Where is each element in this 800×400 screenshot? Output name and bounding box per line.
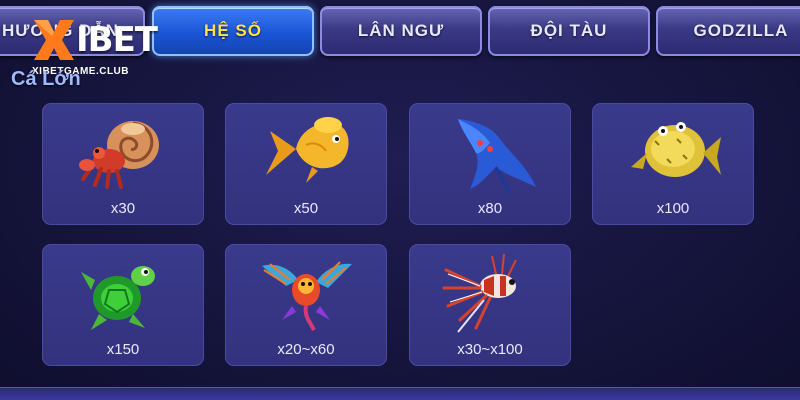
fish-card[interactable]: x80 bbox=[409, 103, 571, 225]
hermit-crab-icon bbox=[79, 121, 159, 189]
logo-x-icon bbox=[34, 20, 74, 60]
multiplier-label: x50 bbox=[293, 200, 319, 217]
tab-godzilla[interactable]: GODZILLA bbox=[656, 6, 800, 56]
dragon-fish-icon bbox=[262, 261, 352, 331]
multiplier-label: x30~x100 bbox=[457, 341, 523, 358]
sea-turtle-icon bbox=[81, 266, 155, 330]
multiplier-label: x20~x60 bbox=[277, 341, 335, 358]
tab-lan-ngu[interactable]: LÂN NGƯ bbox=[320, 6, 482, 56]
puffer-fish-icon bbox=[631, 122, 721, 177]
manta-ray-icon bbox=[458, 119, 536, 193]
logo-wordmark: IBET bbox=[76, 20, 158, 60]
lionfish-icon bbox=[442, 253, 517, 333]
fish-card[interactable]: x30~x100 bbox=[409, 244, 571, 366]
multiplier-label: x80 bbox=[477, 200, 503, 217]
multiplier-label: x30 bbox=[110, 200, 136, 217]
fish-card[interactable]: x30 bbox=[42, 103, 204, 225]
golden-fish-icon bbox=[266, 117, 349, 183]
tab-fleet[interactable]: ĐỘI TÀU bbox=[488, 6, 650, 56]
fish-card[interactable]: x20~x60 bbox=[225, 244, 387, 366]
bottom-bar bbox=[0, 388, 800, 400]
multiplier-label: x150 bbox=[106, 341, 140, 358]
fish-card[interactable]: x150 bbox=[42, 244, 204, 366]
section-title: Cá Lớn bbox=[11, 68, 81, 90]
fish-card[interactable]: x100 bbox=[592, 103, 754, 225]
multiplier-label: x100 bbox=[656, 200, 690, 217]
fish-card[interactable]: x50 bbox=[225, 103, 387, 225]
